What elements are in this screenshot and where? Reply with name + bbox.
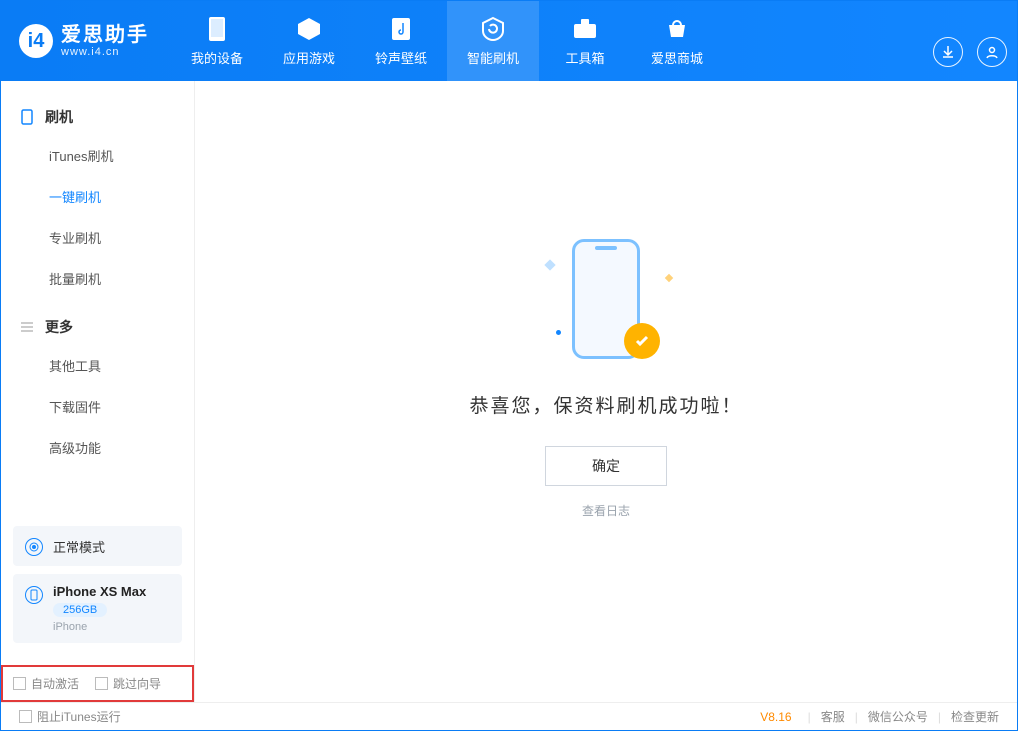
nav-ringtones[interactable]: 铃声壁纸 bbox=[355, 1, 447, 81]
body: 刷机 iTunes刷机 一键刷机 专业刷机 批量刷机 更多 其他工具 bbox=[1, 81, 1017, 702]
nav-toolbox[interactable]: 工具箱 bbox=[539, 1, 631, 81]
nav-label: 爱思商城 bbox=[651, 48, 703, 67]
checkmark-icon bbox=[624, 323, 660, 359]
device-storage: 256GB bbox=[53, 603, 107, 617]
nav-label: 应用游戏 bbox=[283, 48, 335, 67]
checkbox-auto-activate[interactable]: 自动激活 bbox=[13, 675, 79, 692]
sidebar-item-oneclick-flash[interactable]: 一键刷机 bbox=[1, 176, 194, 217]
footer-link-support[interactable]: 客服 bbox=[821, 708, 845, 725]
shop-icon bbox=[663, 16, 691, 42]
mode-icon bbox=[25, 538, 43, 556]
sidebar-item-batch-flash[interactable]: 批量刷机 bbox=[1, 258, 194, 299]
sidebar-item-pro-flash[interactable]: 专业刷机 bbox=[1, 217, 194, 258]
checkbox-block-itunes[interactable]: 阻止iTunes运行 bbox=[19, 708, 121, 725]
sidebar: 刷机 iTunes刷机 一键刷机 专业刷机 批量刷机 更多 其他工具 bbox=[1, 81, 195, 702]
sidebar-head-label: 刷机 bbox=[45, 107, 73, 127]
sidebar-item-itunes-flash[interactable]: iTunes刷机 bbox=[1, 135, 194, 176]
logo[interactable]: i4 爱思助手 www.i4.cn bbox=[19, 24, 149, 58]
success-message: 恭喜您，保资料刷机成功啦！ bbox=[469, 391, 742, 418]
download-button[interactable] bbox=[933, 37, 963, 67]
checkbox-skip-guide[interactable]: 跳过向导 bbox=[95, 675, 161, 692]
nav-label: 我的设备 bbox=[191, 48, 243, 67]
refresh-icon bbox=[479, 16, 507, 42]
device-info-card[interactable]: iPhone XS Max 256GB iPhone bbox=[13, 574, 182, 643]
device-mode-card[interactable]: 正常模式 bbox=[13, 526, 182, 566]
sidebar-group-flash: 刷机 iTunes刷机 一键刷机 专业刷机 批量刷机 bbox=[1, 99, 194, 299]
nav-my-device[interactable]: 我的设备 bbox=[171, 1, 263, 81]
device-blocks: 正常模式 iPhone XS Max 256GB iPhone bbox=[1, 526, 194, 665]
device-name: iPhone XS Max bbox=[53, 584, 146, 599]
nav-label: 铃声壁纸 bbox=[375, 48, 427, 67]
nav-smart-flash[interactable]: 智能刷机 bbox=[447, 1, 539, 81]
sidebar-item-advanced[interactable]: 高级功能 bbox=[1, 427, 194, 468]
cube-icon bbox=[295, 16, 323, 42]
sidebar-group-more: 更多 其他工具 下载固件 高级功能 bbox=[1, 309, 194, 468]
sidebar-item-other-tools[interactable]: 其他工具 bbox=[1, 345, 194, 386]
checkbox-icon bbox=[13, 677, 26, 690]
device-icon bbox=[203, 16, 231, 42]
version-label: V8.16 bbox=[760, 710, 791, 724]
flash-options-row: 自动激活 跳过向导 bbox=[1, 665, 194, 702]
brand-name: 爱思助手 bbox=[61, 24, 149, 46]
sidebar-head-label: 更多 bbox=[45, 317, 73, 337]
account-button[interactable] bbox=[977, 37, 1007, 67]
header-right bbox=[933, 37, 1007, 67]
success-panel: 恭喜您，保资料刷机成功啦！ 确定 查看日志 bbox=[469, 235, 742, 519]
checkbox-icon bbox=[19, 710, 32, 723]
footer: 阻止iTunes运行 V8.16 | 客服 | 微信公众号 | 检查更新 bbox=[1, 702, 1017, 730]
music-icon bbox=[387, 16, 415, 42]
nav-label: 智能刷机 bbox=[467, 48, 519, 67]
ok-button[interactable]: 确定 bbox=[545, 446, 667, 486]
footer-link-update[interactable]: 检查更新 bbox=[951, 708, 999, 725]
top-nav: 我的设备 应用游戏 铃声壁纸 智能刷机 工具箱 bbox=[171, 1, 723, 81]
nav-apps-games[interactable]: 应用游戏 bbox=[263, 1, 355, 81]
success-illustration bbox=[526, 235, 686, 365]
list-icon bbox=[19, 319, 35, 335]
main-content: 恭喜您，保资料刷机成功啦！ 确定 查看日志 bbox=[195, 81, 1017, 702]
device-type: iPhone bbox=[53, 621, 146, 633]
toolbox-icon bbox=[571, 16, 599, 42]
nav-shop[interactable]: 爱思商城 bbox=[631, 1, 723, 81]
device-mode-label: 正常模式 bbox=[53, 537, 105, 556]
header: i4 爱思助手 www.i4.cn 我的设备 应用游戏 铃声壁纸 bbox=[1, 1, 1017, 81]
nav-label: 工具箱 bbox=[565, 48, 604, 67]
footer-link-wechat[interactable]: 微信公众号 bbox=[868, 708, 928, 725]
sidebar-head-more[interactable]: 更多 bbox=[1, 309, 194, 345]
device-small-icon bbox=[25, 586, 43, 604]
logo-text: 爱思助手 www.i4.cn bbox=[61, 24, 149, 58]
brand-url: www.i4.cn bbox=[61, 46, 149, 58]
sidebar-item-download-firmware[interactable]: 下载固件 bbox=[1, 386, 194, 427]
logo-icon: i4 bbox=[19, 24, 53, 58]
phone-icon bbox=[19, 109, 35, 125]
view-log-link[interactable]: 查看日志 bbox=[582, 502, 630, 519]
sidebar-head-flash[interactable]: 刷机 bbox=[1, 99, 194, 135]
checkbox-icon bbox=[95, 677, 108, 690]
